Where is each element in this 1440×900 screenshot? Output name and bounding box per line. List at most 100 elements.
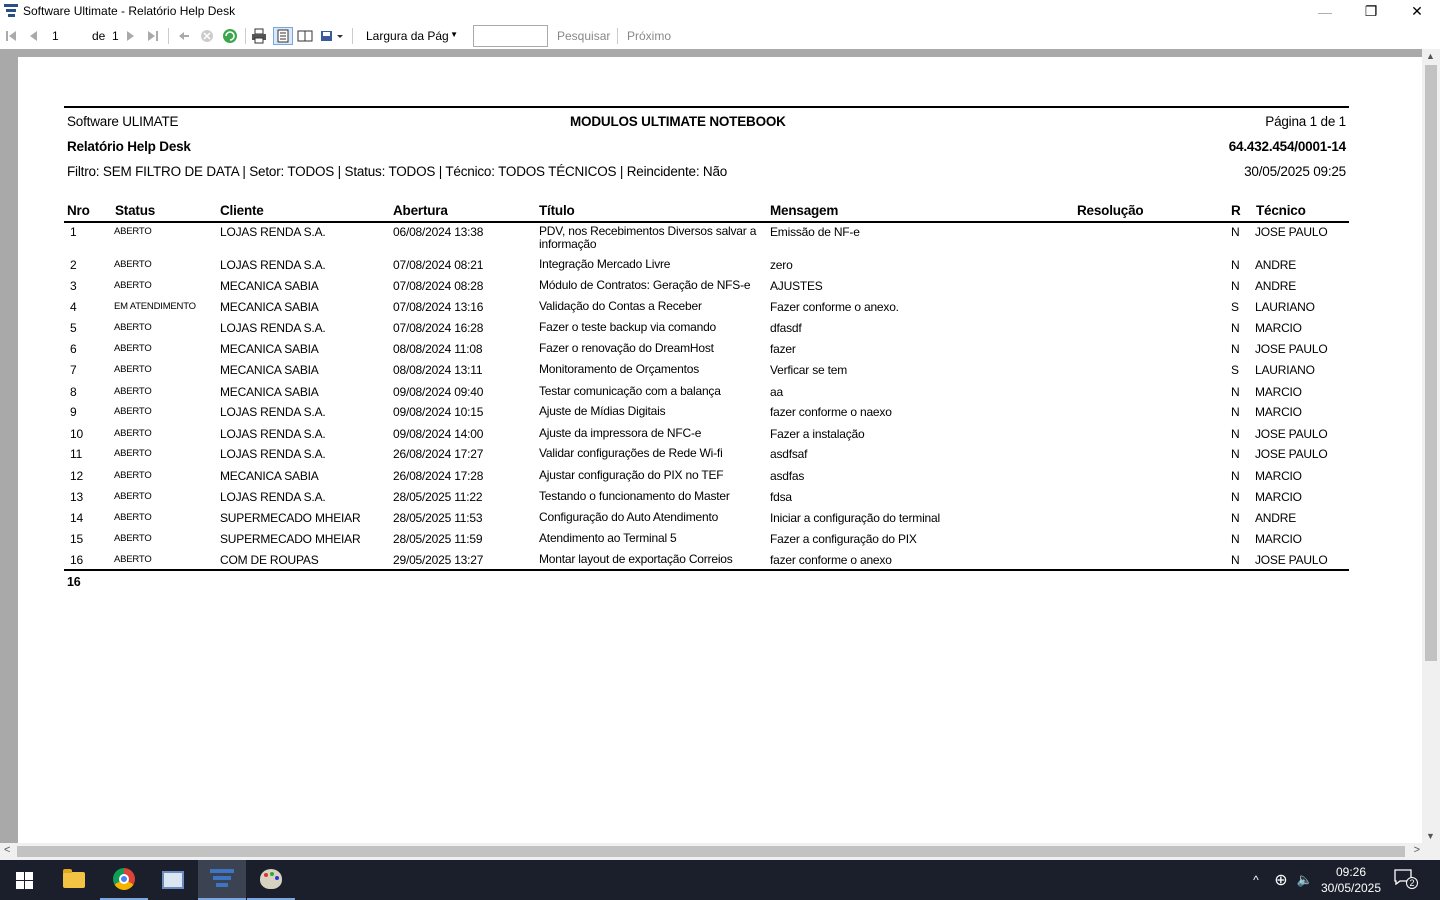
- minimize-button[interactable]: —: [1302, 0, 1348, 23]
- taskbar-chrome[interactable]: [100, 860, 148, 900]
- row-r: N: [1231, 427, 1240, 441]
- row-abertura: 28/05/2025 11:59: [393, 532, 483, 546]
- row-abertura: 28/05/2025 11:22: [393, 490, 483, 504]
- export-button[interactable]: [319, 27, 345, 45]
- back-button[interactable]: [175, 27, 193, 45]
- table-row: 9 ABERTO LOJAS RENDA S.A. 09/08/2024 10:15 A…: [18, 405, 1422, 426]
- paint-icon: [260, 869, 282, 889]
- row-titulo: Fazer o renovação do DreamHost: [539, 341, 714, 355]
- taskbar-software-ultimate[interactable]: [198, 860, 246, 900]
- refresh-button[interactable]: [221, 27, 239, 45]
- prev-page-button[interactable]: [24, 27, 42, 45]
- chrome-icon: [113, 868, 135, 890]
- scroll-up-icon[interactable]: ▲: [1426, 51, 1435, 61]
- chevron-up-icon: ^: [1253, 873, 1259, 887]
- row-abertura: 26/08/2024 17:28: [393, 469, 484, 483]
- row-titulo: Monitoramento de Orçamentos: [539, 362, 700, 376]
- find-next-button[interactable]: Próximo: [627, 29, 671, 43]
- table-row: 14 ABERTO SUPERMECADO MHEIAR 28/05/2025 11:…: [18, 511, 1422, 532]
- search-button[interactable]: Pesquisar: [557, 29, 610, 43]
- next-page-button[interactable]: [122, 27, 140, 45]
- table-row: 11 ABERTO LOJAS RENDA S.A. 26/08/2024 17:27…: [18, 447, 1422, 468]
- taskbar-remote-desktop[interactable]: [149, 860, 197, 900]
- row-r: N: [1231, 532, 1240, 546]
- search-input[interactable]: [473, 25, 548, 47]
- row-nro: 5: [70, 321, 77, 335]
- notification-count: 2: [1406, 877, 1418, 889]
- table-row: 8 ABERTO MECANICA SABIA 09/08/2024 09:40 Tes…: [18, 385, 1422, 406]
- col-header-abertura: Abertura: [393, 203, 448, 218]
- row-abertura: 08/08/2024 13:11: [393, 363, 483, 377]
- row-abertura: 09/08/2024 14:00: [393, 427, 484, 441]
- row-abertura: 07/08/2024 08:21: [393, 258, 484, 272]
- col-header-cliente: Cliente: [220, 203, 264, 218]
- clock-date: 30/05/2025: [1320, 881, 1382, 895]
- restore-button[interactable]: ❐: [1348, 0, 1394, 23]
- window-title: Software Ultimate - Relatório Help Desk: [23, 4, 236, 18]
- first-page-button[interactable]: [2, 27, 20, 45]
- row-mensagem: aa: [770, 385, 783, 399]
- row-status: ABERTO: [114, 364, 152, 375]
- tray-overflow-button[interactable]: ^: [1246, 860, 1266, 900]
- row-abertura: 07/08/2024 13:16: [393, 300, 484, 314]
- horizontal-scroll-thumb[interactable]: [17, 846, 1405, 857]
- refresh-icon: [223, 29, 237, 43]
- network-button[interactable]: ⊕: [1270, 860, 1292, 900]
- notification-button[interactable]: 2: [1394, 869, 1422, 891]
- row-cliente: SUPERMECADO MHEIAR: [220, 532, 361, 546]
- page-number-input[interactable]: [44, 26, 86, 46]
- col-header-status: Status: [115, 203, 156, 218]
- row-titulo: Módulo de Contratos: Geração de NFS-e: [539, 278, 751, 292]
- volume-button[interactable]: 🔈: [1294, 860, 1316, 900]
- last-page-button[interactable]: [144, 27, 162, 45]
- header-top-rule: [64, 106, 1349, 108]
- row-status: ABERTO: [114, 259, 152, 270]
- row-abertura: 07/08/2024 08:28: [393, 279, 484, 293]
- zoom-select[interactable]: Largura da Pág ▼: [362, 26, 462, 46]
- row-tecnico: MARCIO: [1255, 490, 1302, 504]
- col-header-nro: Nro: [67, 203, 90, 218]
- stop-button[interactable]: [198, 27, 216, 45]
- row-titulo: PDV, nos Recebimentos Diversos salvar a …: [539, 224, 757, 251]
- page-setup-button[interactable]: [296, 27, 314, 45]
- table-row: 10 ABERTO LOJAS RENDA S.A. 09/08/2024 14:00…: [18, 427, 1422, 448]
- scroll-down-icon[interactable]: ▼: [1426, 831, 1435, 841]
- table-row: 16 ABERTO COM DE ROUPAS 29/05/2025 13:27 Mon…: [18, 553, 1422, 574]
- row-tecnico: LAURIANO: [1255, 363, 1315, 377]
- first-page-icon: [6, 31, 16, 41]
- vertical-scroll-thumb[interactable]: [1425, 65, 1437, 661]
- start-button[interactable]: [0, 860, 48, 900]
- taskbar-file-explorer[interactable]: [50, 860, 98, 900]
- row-cliente: LOJAS RENDA S.A.: [220, 258, 326, 272]
- taskbar-clock[interactable]: 09:26 30/05/2025: [1316, 864, 1386, 896]
- report-toolbar: de 1 Largura da Pág ▼ Pesquisar Próximo: [0, 23, 1440, 49]
- minimize-icon: —: [1318, 3, 1332, 20]
- row-mensagem: fazer conforme o anexo: [770, 553, 892, 567]
- row-tecnico: JOSE PAULO: [1255, 342, 1328, 356]
- close-button[interactable]: ✕: [1394, 0, 1440, 23]
- row-abertura: 08/08/2024 11:08: [393, 342, 483, 356]
- taskbar-paint[interactable]: [247, 860, 295, 900]
- horizontal-scrollbar[interactable]: < >: [0, 843, 1440, 860]
- next-page-icon: [127, 31, 134, 41]
- windows-start-icon: [15, 871, 33, 889]
- total-count: 16: [67, 575, 81, 589]
- row-tecnico: ANDRE: [1255, 511, 1297, 525]
- row-abertura: 28/05/2025 11:53: [393, 511, 483, 525]
- table-row: 1 ABERTO LOJAS RENDA S.A. 06/08/2024 13:38 P…: [18, 225, 1422, 251]
- scroll-right-icon[interactable]: >: [1414, 844, 1420, 856]
- row-nro: 6: [70, 342, 77, 356]
- row-cliente: LOJAS RENDA S.A.: [220, 490, 326, 504]
- row-cliente: MECANICA SABIA: [220, 385, 319, 399]
- row-status: ABERTO: [114, 512, 152, 523]
- col-header-titulo: Título: [539, 203, 575, 218]
- row-titulo: Ajuste da impressora de NFC-e: [539, 426, 702, 440]
- row-r: N: [1231, 258, 1240, 272]
- row-titulo: Configuração do Auto Atendimento: [539, 510, 719, 524]
- print-layout-button[interactable]: [273, 27, 293, 45]
- vertical-scrollbar[interactable]: ▲ ▼: [1422, 49, 1440, 843]
- scroll-left-icon[interactable]: <: [4, 844, 10, 856]
- row-mensagem: asdfsaf: [770, 447, 808, 461]
- print-button[interactable]: [250, 27, 268, 45]
- report-viewport: Software ULIMATE MODULOS ULTIMATE NOTEBO…: [0, 49, 1440, 843]
